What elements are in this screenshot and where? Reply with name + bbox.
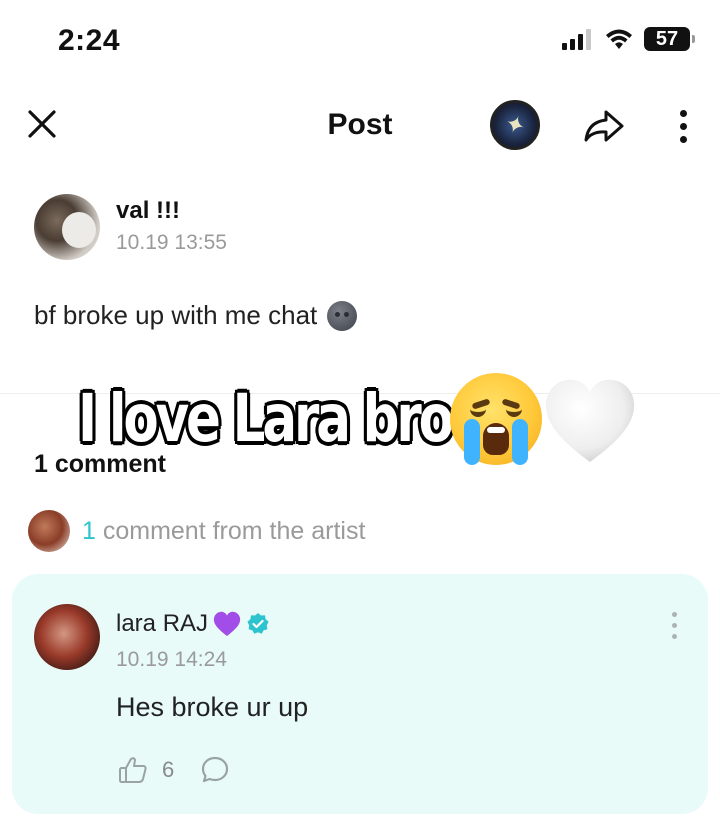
more-options-button[interactable] xyxy=(668,102,698,150)
comment-actions: 6 xyxy=(116,754,230,786)
post-body: bf broke up with me chat xyxy=(34,300,358,331)
dot-icon xyxy=(679,122,687,130)
dot-icon xyxy=(671,612,677,617)
battery-icon: 57 xyxy=(644,27,695,51)
status-icons: 57 xyxy=(562,27,695,51)
post-text: bf broke up with me chat xyxy=(34,300,318,330)
wifi-icon xyxy=(606,29,632,49)
status-bar: 2:24 57 xyxy=(0,0,720,88)
post-author[interactable]: val !!! 10.19 13:55 xyxy=(34,194,227,260)
commenter-name[interactable]: lara RAJ xyxy=(116,610,208,638)
artist-comments-label: 1 comment from the artist xyxy=(82,517,365,546)
status-time: 2:24 xyxy=(58,24,121,57)
post-timestamp: 10.19 13:55 xyxy=(116,231,227,254)
profile-avatar-button[interactable]: ✦ xyxy=(490,100,540,150)
like-count: 6 xyxy=(162,757,175,782)
artist-comment-text: comment from the artist xyxy=(95,516,366,545)
share-icon xyxy=(584,110,624,142)
loudly-crying-face-icon xyxy=(450,373,542,465)
artist-avatar xyxy=(28,510,70,552)
dot-icon xyxy=(679,135,687,143)
like-icon[interactable] xyxy=(116,754,150,786)
comment-text: Hes broke ur up xyxy=(116,692,309,722)
reply-icon[interactable] xyxy=(200,755,230,785)
artist-comment-count: 1 xyxy=(82,516,96,545)
overlay-caption-text: I love Lara bro xyxy=(76,378,455,459)
author-name[interactable]: val !!! xyxy=(116,196,227,226)
author-meta: val !!! 10.19 13:55 xyxy=(116,196,227,258)
dot-icon xyxy=(679,109,687,117)
post-header: Post ✦ xyxy=(0,90,720,162)
author-avatar[interactable] xyxy=(34,194,100,260)
star-icon: ✦ xyxy=(500,109,530,142)
comment-timestamp: 10.19 14:24 xyxy=(116,648,227,671)
signal-icon xyxy=(562,29,591,50)
purple-heart-icon xyxy=(213,611,241,636)
commenter-name-row: lara RAJ xyxy=(116,610,270,638)
battery-level: 57 xyxy=(655,27,679,50)
commenter-avatar[interactable] xyxy=(34,604,100,670)
share-button[interactable] xyxy=(580,102,628,150)
dot-icon xyxy=(671,634,677,639)
comment-card: lara RAJ 10.19 14:24 Hes broke ur up 6 xyxy=(12,574,708,814)
verified-badge-icon xyxy=(247,613,269,634)
comment-more-button[interactable] xyxy=(666,612,682,652)
new-moon-face-icon xyxy=(327,300,358,331)
artist-comments-filter[interactable]: 1 comment from the artist xyxy=(28,510,365,552)
dot-icon xyxy=(671,623,677,628)
